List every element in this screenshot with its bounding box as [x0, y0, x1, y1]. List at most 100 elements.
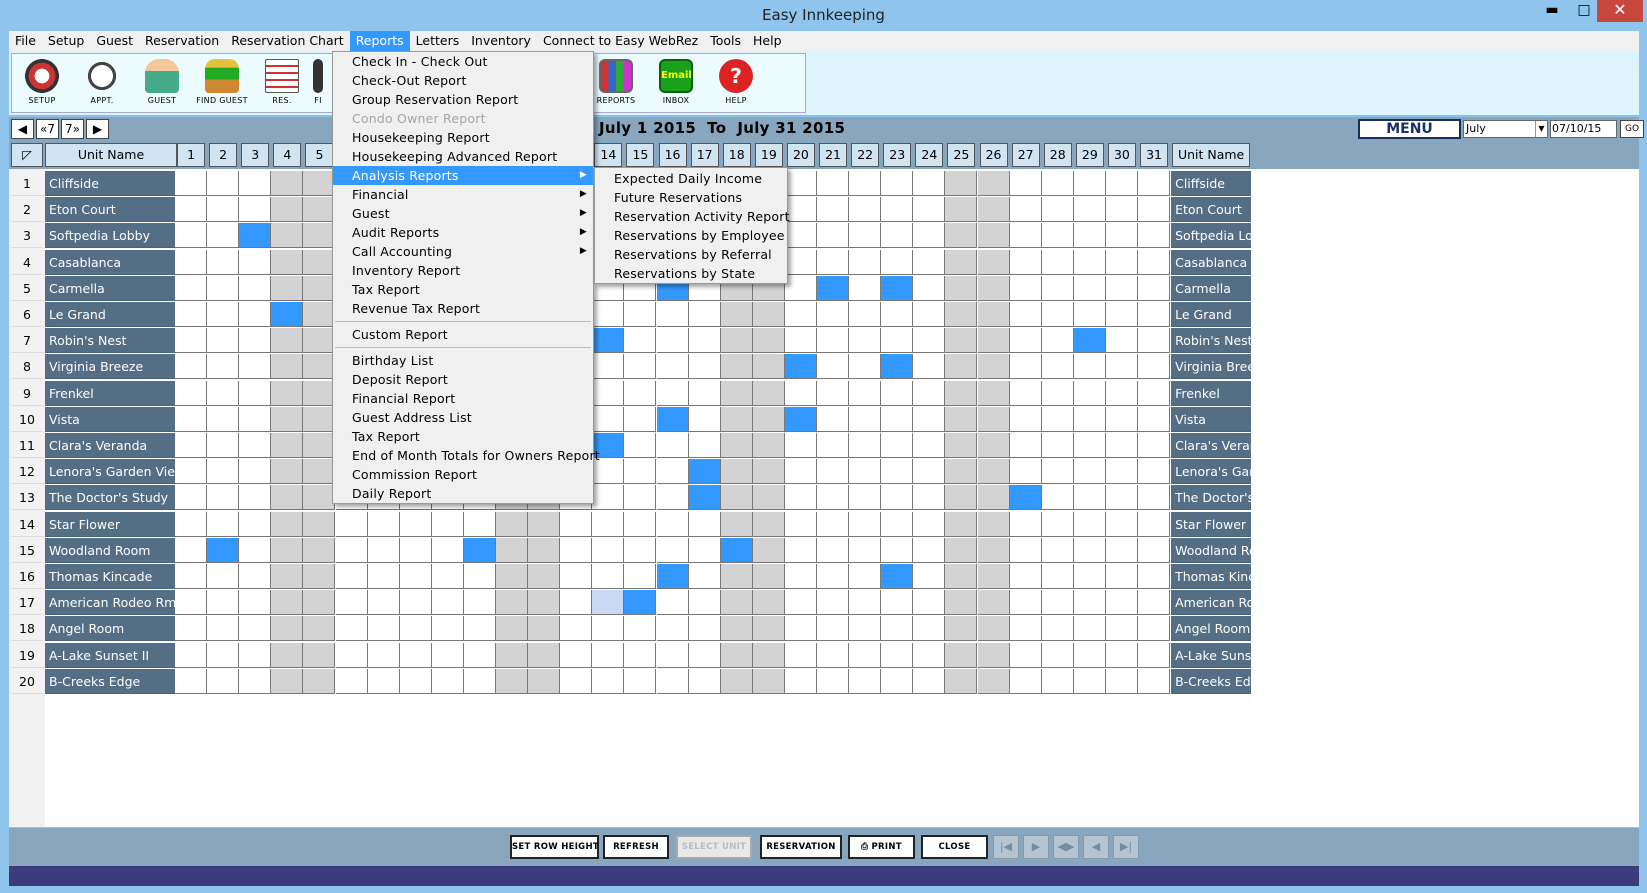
unit-name-star-flower[interactable]: Star Flower: [45, 511, 177, 537]
chart-cell[interactable]: [1138, 171, 1171, 196]
chart-cell[interactable]: [239, 668, 272, 694]
unit-name-right-american-rodeo-rm[interactable]: American Rodeo Rm: [1171, 590, 1252, 616]
chart-cell[interactable]: [271, 197, 304, 223]
chart-cell[interactable]: [1009, 564, 1042, 589]
chart-cell[interactable]: [688, 380, 721, 406]
chart-cell[interactable]: [528, 590, 561, 616]
chart-cell[interactable]: [977, 485, 1010, 511]
chart-cell[interactable]: [175, 485, 208, 511]
minimize-button[interactable]: ▬: [1535, 0, 1569, 22]
chart-cell[interactable]: [881, 197, 914, 223]
chart-cell[interactable]: [817, 406, 850, 432]
chart-cell[interactable]: [463, 564, 496, 589]
chart-cell[interactable]: [913, 275, 946, 301]
chart-cell[interactable]: [271, 459, 304, 485]
menu-item-financial[interactable]: Financial ▶: [333, 185, 593, 204]
chart-cell[interactable]: [784, 616, 817, 642]
chart-cell[interactable]: [849, 275, 882, 301]
chart-cell[interactable]: [207, 616, 240, 642]
chart-cell[interactable]: [720, 616, 753, 642]
chart-cell[interactable]: [881, 642, 914, 668]
chart-cell[interactable]: [367, 537, 400, 563]
chart-cell[interactable]: [1073, 197, 1106, 223]
menu-item-audit-reports[interactable]: Audit Reports ▶: [333, 223, 593, 242]
chart-cell[interactable]: [271, 171, 304, 196]
chart-cell[interactable]: [1009, 249, 1042, 275]
chart-cell[interactable]: [207, 249, 240, 275]
chart-cell[interactable]: [1041, 459, 1074, 485]
chart-cell[interactable]: [945, 223, 978, 249]
chart-cell[interactable]: [977, 328, 1010, 354]
chart-cell[interactable]: [399, 537, 432, 563]
chart-cell[interactable]: [1105, 616, 1138, 642]
chart-cell[interactable]: [784, 433, 817, 458]
day-header-17[interactable]: 17: [690, 143, 719, 167]
chart-cell[interactable]: [592, 328, 625, 354]
chart-cell[interactable]: [399, 564, 432, 589]
chart-cell[interactable]: [1073, 406, 1106, 432]
chart-cell[interactable]: [1073, 564, 1106, 589]
chart-cell[interactable]: [1138, 537, 1171, 563]
chart-cell[interactable]: [1105, 197, 1138, 223]
chart-cell[interactable]: [175, 511, 208, 537]
chart-cell[interactable]: [688, 302, 721, 327]
chart-cell[interactable]: [849, 328, 882, 354]
chart-cell[interactable]: [1138, 590, 1171, 616]
chart-cell[interactable]: [271, 249, 304, 275]
chart-cell[interactable]: [817, 302, 850, 327]
chart-cell[interactable]: [817, 459, 850, 485]
chart-cell[interactable]: [881, 328, 914, 354]
menu-button[interactable]: MENU: [1358, 119, 1461, 139]
chart-cell[interactable]: [496, 511, 529, 537]
chart-cell[interactable]: [817, 616, 850, 642]
chart-cell[interactable]: [239, 171, 272, 196]
chart-cell[interactable]: [624, 380, 657, 406]
chart-cell[interactable]: [271, 433, 304, 458]
day-header-16[interactable]: 16: [658, 143, 687, 167]
chart-cell[interactable]: [624, 642, 657, 668]
chart-cell[interactable]: [817, 328, 850, 354]
chart-cell[interactable]: [817, 171, 850, 196]
chart-cell[interactable]: [913, 302, 946, 327]
chart-cell[interactable]: [303, 406, 336, 432]
chart-cell[interactable]: [303, 485, 336, 511]
chart-cell[interactable]: [1009, 328, 1042, 354]
chart-cell[interactable]: [656, 564, 689, 589]
menu-item-inventory-report[interactable]: Inventory Report: [333, 261, 593, 280]
chart-cell[interactable]: [1009, 642, 1042, 668]
chart-cell[interactable]: [239, 275, 272, 301]
chart-cell[interactable]: [528, 537, 561, 563]
menu-inventory[interactable]: Inventory: [465, 31, 537, 51]
chart-cell[interactable]: [560, 590, 593, 616]
inbox-button[interactable]: Email INBOX: [648, 56, 704, 112]
chart-cell[interactable]: [945, 406, 978, 432]
menu-item-tax-report[interactable]: Tax Report: [333, 427, 593, 446]
chart-cell[interactable]: [881, 459, 914, 485]
chart-cell[interactable]: [1105, 511, 1138, 537]
chart-cell[interactable]: [239, 380, 272, 406]
chart-cell[interactable]: [1138, 485, 1171, 511]
chart-cell[interactable]: [303, 171, 336, 196]
chart-cell[interactable]: [1105, 459, 1138, 485]
menu-item-housekeeping-advanced-report[interactable]: Housekeeping Advanced Report: [333, 147, 593, 166]
chart-cell[interactable]: [1073, 537, 1106, 563]
chart-cell[interactable]: [977, 433, 1010, 458]
chart-cell[interactable]: [784, 171, 817, 196]
chart-cell[interactable]: [945, 642, 978, 668]
chart-cell[interactable]: [1138, 564, 1171, 589]
chart-cell[interactable]: [271, 275, 304, 301]
chart-cell[interactable]: [175, 197, 208, 223]
menu-item-check-out-report[interactable]: Check-Out Report: [333, 71, 593, 90]
chart-cell[interactable]: [271, 564, 304, 589]
chart-cell[interactable]: [881, 249, 914, 275]
chart-cell[interactable]: [688, 537, 721, 563]
chart-cell[interactable]: [849, 459, 882, 485]
chart-cell[interactable]: [560, 642, 593, 668]
chart-cell[interactable]: [175, 171, 208, 196]
chart-cell[interactable]: [1105, 433, 1138, 458]
chart-cell[interactable]: [239, 642, 272, 668]
chart-cell[interactable]: [528, 616, 561, 642]
chart-cell[interactable]: [817, 249, 850, 275]
chart-cell[interactable]: [945, 197, 978, 223]
chart-cell[interactable]: [303, 564, 336, 589]
